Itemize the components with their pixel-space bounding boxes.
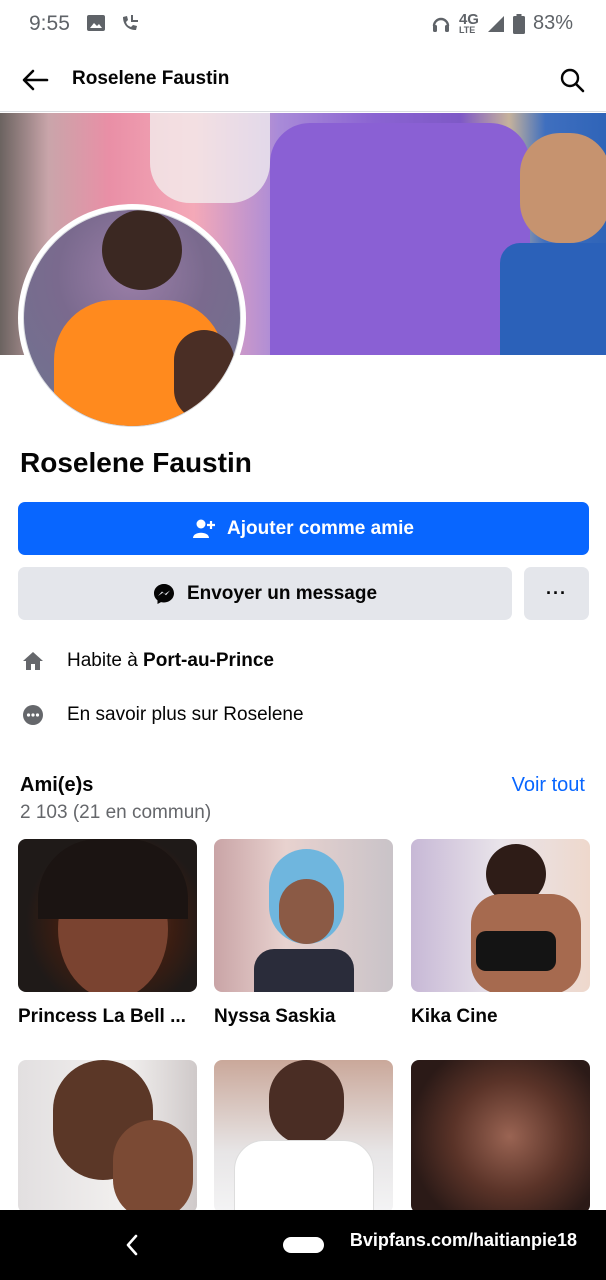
system-back-icon[interactable] <box>122 1232 142 1258</box>
send-message-label: Envoyer un message <box>186 582 378 604</box>
avatar-detail <box>102 210 182 290</box>
learn-more-text: En savoir plus sur Roselene <box>67 704 304 725</box>
gallery-notification-icon <box>87 15 105 31</box>
cover-detail <box>150 113 270 203</box>
friend-card[interactable]: Nyssa Saskia <box>214 839 393 1028</box>
friend-photo[interactable] <box>18 1060 197 1213</box>
status-time: 9:55 <box>29 12 70 35</box>
status-left-icons <box>86 13 140 33</box>
more-info-icon <box>20 702 46 728</box>
friend-name[interactable]: Kika Cine <box>411 1006 590 1028</box>
add-friend-label: Ajouter comme amie <box>227 517 414 539</box>
friend-photo-detail <box>254 949 354 992</box>
cover-detail <box>500 243 606 355</box>
friend-photo-detail <box>234 1140 374 1213</box>
app-bar-title: Roselene Faustin <box>72 68 230 89</box>
battery-icon <box>512 13 525 34</box>
status-bar: 9:55 4G LTE 83% <box>0 0 606 48</box>
friend-photo[interactable] <box>214 1060 393 1213</box>
watermark-text: Bvipfans.com/haitianpie18 <box>349 1230 577 1250</box>
more-dots-icon: ··· <box>546 583 567 603</box>
friend-photo[interactable] <box>411 1060 590 1213</box>
friend-card[interactable] <box>214 1060 393 1227</box>
cover-detail <box>520 133 606 243</box>
friend-photo[interactable] <box>18 839 197 992</box>
send-message-button[interactable]: Envoyer un message <box>18 567 512 620</box>
search-icon[interactable] <box>558 66 586 94</box>
lives-in-text: Habite à Port-au-Prince <box>67 650 274 672</box>
lives-in-city[interactable]: Port-au-Prince <box>143 650 274 671</box>
see-all-friends-link[interactable]: Voir tout <box>512 774 585 797</box>
messenger-icon <box>153 583 174 604</box>
friend-photo-detail <box>38 839 188 919</box>
friend-photo-detail <box>113 1120 193 1213</box>
profile-name: Roselene Faustin <box>20 447 252 478</box>
friend-photo[interactable] <box>214 839 393 992</box>
missed-call-icon <box>123 15 138 30</box>
status-right: 4G LTE 83% <box>431 12 573 35</box>
avatar-detail <box>174 330 234 420</box>
friend-photo-detail <box>476 931 556 971</box>
headphones-icon <box>432 17 450 32</box>
friend-card[interactable]: Kika Cine <box>411 839 590 1028</box>
add-friend-button[interactable]: Ajouter comme amie <box>18 502 589 555</box>
signal-icon <box>487 15 504 32</box>
friend-photo-detail <box>279 879 334 944</box>
network-type: 4G LTE <box>458 10 479 35</box>
lives-in-row: Habite à Port-au-Prince <box>20 648 274 674</box>
friend-card[interactable] <box>18 1060 197 1227</box>
learn-more-row[interactable]: En savoir plus sur Roselene <box>20 702 304 728</box>
friends-section-title: Ami(e)s <box>20 774 94 796</box>
friend-card[interactable]: Princess La Bell ... <box>18 839 197 1028</box>
back-arrow-icon[interactable] <box>20 66 50 94</box>
cover-detail <box>270 123 530 355</box>
friend-photo-detail <box>269 1060 344 1145</box>
system-nav-bar: Bvipfans.com/haitianpie18 <box>0 1210 606 1280</box>
friend-card[interactable] <box>411 1060 590 1227</box>
battery-level: 83% <box>532 12 573 34</box>
network-label: 4G <box>458 10 479 28</box>
friends-count: 2 103 (21 en commun) <box>20 802 212 823</box>
app-bar: Roselene Faustin <box>0 48 606 112</box>
friend-photo[interactable] <box>411 839 590 992</box>
more-options-button[interactable]: ··· <box>524 567 589 620</box>
lives-in-prefix: Habite à <box>67 650 144 671</box>
friend-name[interactable]: Princess La Bell ... <box>18 1006 197 1028</box>
add-friend-icon <box>193 519 216 538</box>
home-icon <box>20 648 46 674</box>
avatar[interactable] <box>23 209 241 427</box>
system-home-pill[interactable] <box>283 1237 324 1253</box>
network-sub-label: LTE <box>458 24 476 35</box>
friend-name[interactable]: Nyssa Saskia <box>214 1006 393 1028</box>
